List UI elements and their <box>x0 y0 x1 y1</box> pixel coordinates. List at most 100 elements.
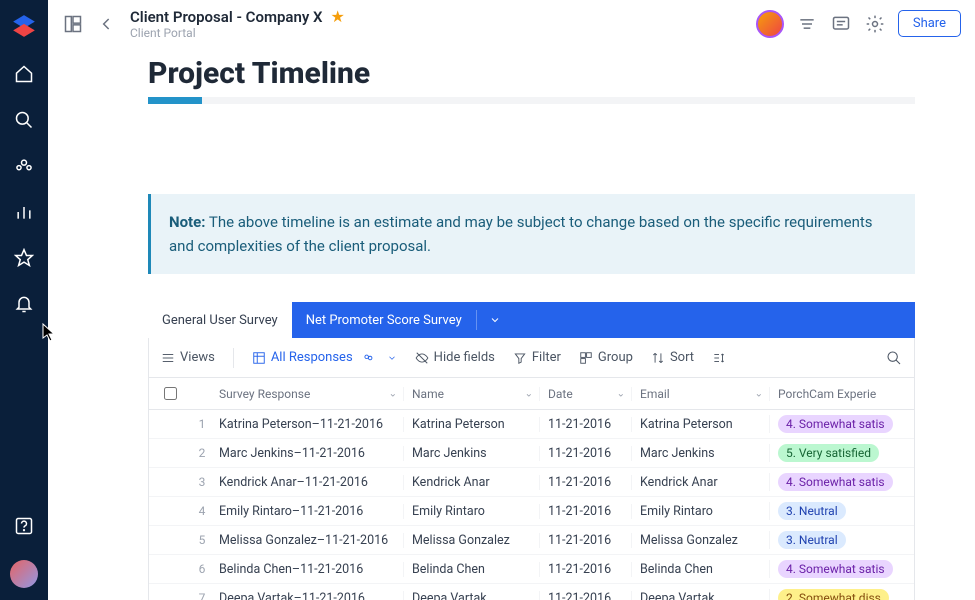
note-label: Note: <box>169 213 205 231</box>
people-icon[interactable] <box>12 154 36 178</box>
cell-experience[interactable]: 4. Somewhat satis <box>769 473 914 491</box>
layout-icon[interactable] <box>62 13 84 35</box>
table-row[interactable]: 3Kendrick Anar–11-21-2016Kendrick Anar11… <box>149 468 914 497</box>
chevron-down-icon[interactable]: ⌄ <box>525 388 533 399</box>
cell-date[interactable]: 11-21-2016 <box>539 417 631 432</box>
page-heading: Project Timeline <box>148 56 915 91</box>
cell-experience[interactable]: 3. Neutral <box>769 502 914 520</box>
table-row[interactable]: 5Melissa Gonzalez–11-21-2016Melissa Gonz… <box>149 526 914 555</box>
content-scroll[interactable]: Project Timeline Note: The above timelin… <box>48 48 975 600</box>
cell-date[interactable]: 11-21-2016 <box>539 475 631 490</box>
row-number: 4 <box>191 504 213 518</box>
cell-name[interactable]: Marc Jenkins <box>403 446 539 461</box>
cell-experience[interactable]: 5. Very satisfied <box>769 444 914 462</box>
sort-button[interactable]: Sort <box>651 350 694 365</box>
row-number: 7 <box>191 591 213 600</box>
cell-experience[interactable]: 4. Somewhat satis <box>769 560 914 578</box>
table-search-icon[interactable] <box>886 350 902 366</box>
cell-date[interactable]: 11-21-2016 <box>539 504 631 519</box>
main-area: Client Proposal - Company X ★ Client Por… <box>48 0 975 600</box>
cell-survey-response[interactable]: Kendrick Anar–11-21-2016 <box>213 475 403 490</box>
filter-button[interactable]: Filter <box>513 350 561 365</box>
back-icon[interactable] <box>96 13 118 35</box>
left-sidebar <box>0 0 48 600</box>
cell-experience[interactable]: 3. Neutral <box>769 531 914 549</box>
cell-survey-response[interactable]: Marc Jenkins–11-21-2016 <box>213 446 403 461</box>
star-icon[interactable] <box>12 246 36 270</box>
cell-survey-response[interactable]: Melissa Gonzalez–11-21-2016 <box>213 533 403 548</box>
list-icon[interactable] <box>796 13 818 35</box>
topbar: Client Proposal - Company X ★ Client Por… <box>48 0 975 48</box>
views-menu[interactable]: Views <box>161 350 215 365</box>
cell-email[interactable]: Belinda Chen <box>631 562 769 577</box>
col-name[interactable]: Name⌄ <box>403 387 539 401</box>
cell-date[interactable]: 11-21-2016 <box>539 591 631 600</box>
search-icon[interactable] <box>12 108 36 132</box>
tab-general-survey[interactable]: General User Survey <box>148 302 292 338</box>
cell-experience[interactable]: 4. Somewhat satis <box>769 415 914 433</box>
cell-email[interactable]: Melissa Gonzalez <box>631 533 769 548</box>
bell-icon[interactable] <box>12 292 36 316</box>
row-height-button[interactable] <box>712 351 726 365</box>
col-survey-response[interactable]: Survey Response⌄ <box>213 387 403 401</box>
cell-name[interactable]: Kendrick Anar <box>403 475 539 490</box>
row-number: 3 <box>191 475 213 489</box>
table-row[interactable]: 1Katrina Peterson–11-21-2016Katrina Pete… <box>149 410 914 439</box>
row-number: 1 <box>191 417 213 431</box>
tab-more-chevron-icon[interactable] <box>477 302 513 338</box>
cell-email[interactable]: Deepa Vartak <box>631 591 769 600</box>
cell-survey-response[interactable]: Belinda Chen–11-21-2016 <box>213 562 403 577</box>
tab-nps-survey[interactable]: Net Promoter Score Survey <box>292 302 476 338</box>
share-button[interactable]: Share <box>898 10 961 37</box>
table-row[interactable]: 4Emily Rintaro–11-21-2016Emily Rintaro11… <box>149 497 914 526</box>
cell-experience[interactable]: 2. Somewhat diss <box>769 589 914 600</box>
note-callout: Note: The above timeline is an estimate … <box>148 194 915 274</box>
help-icon[interactable] <box>12 514 36 538</box>
cell-name[interactable]: Katrina Peterson <box>403 417 539 432</box>
analytics-icon[interactable] <box>12 200 36 224</box>
col-experience[interactable]: PorchCam Experie <box>769 387 914 401</box>
chevron-down-icon[interactable]: ⌄ <box>389 388 397 399</box>
cell-survey-response[interactable]: Katrina Peterson–11-21-2016 <box>213 417 403 432</box>
cell-name[interactable]: Melissa Gonzalez <box>403 533 539 548</box>
sidebar-avatar[interactable] <box>10 560 38 588</box>
group-button[interactable]: Group <box>579 350 633 365</box>
app-logo-icon[interactable] <box>10 12 38 40</box>
all-responses-view[interactable]: All Responses <box>252 350 397 365</box>
note-text: The above timeline is an estimate and ma… <box>169 213 873 255</box>
cell-name[interactable]: Belinda Chen <box>403 562 539 577</box>
cell-name[interactable]: Emily Rintaro <box>403 504 539 519</box>
cell-date[interactable]: 11-21-2016 <box>539 562 631 577</box>
survey-tabs: General User Survey Net Promoter Score S… <box>148 302 915 338</box>
cell-name[interactable]: Deepa Vartak <box>403 591 539 600</box>
doc-subtitle: Client Portal <box>130 26 345 40</box>
select-all-checkbox[interactable] <box>164 387 177 400</box>
table-toolbar: Views All Responses Hide fields Filter G… <box>148 338 915 378</box>
cell-date[interactable]: 11-21-2016 <box>539 533 631 548</box>
title-block: Client Proposal - Company X ★ Client Por… <box>130 7 345 40</box>
gear-icon[interactable] <box>864 13 886 35</box>
home-icon[interactable] <box>12 62 36 86</box>
col-email[interactable]: Email⌄ <box>631 387 769 401</box>
doc-title[interactable]: Client Proposal - Company X <box>130 8 323 26</box>
heading-underline <box>148 97 915 104</box>
user-avatar[interactable] <box>756 10 784 38</box>
col-date[interactable]: Date⌄ <box>539 387 631 401</box>
cell-email[interactable]: Marc Jenkins <box>631 446 769 461</box>
table-header-row: Survey Response⌄ Name⌄ Date⌄ Email⌄ Porc… <box>149 378 914 410</box>
comment-icon[interactable] <box>830 13 852 35</box>
chevron-down-icon[interactable]: ⌄ <box>755 388 763 399</box>
cell-email[interactable]: Emily Rintaro <box>631 504 769 519</box>
cell-email[interactable]: Katrina Peterson <box>631 417 769 432</box>
cell-survey-response[interactable]: Deepa Vartak–11-21-2016 <box>213 591 403 600</box>
table-row[interactable]: 2Marc Jenkins–11-21-2016Marc Jenkins11-2… <box>149 439 914 468</box>
cell-email[interactable]: Kendrick Anar <box>631 475 769 490</box>
table-row[interactable]: 6Belinda Chen–11-21-2016Belinda Chen11-2… <box>149 555 914 584</box>
cell-date[interactable]: 11-21-2016 <box>539 446 631 461</box>
favorite-star-icon[interactable]: ★ <box>331 7 345 26</box>
chevron-down-icon[interactable]: ⌄ <box>617 388 625 399</box>
cell-survey-response[interactable]: Emily Rintaro–11-21-2016 <box>213 504 403 519</box>
row-number: 2 <box>191 446 213 460</box>
table-row[interactable]: 7Deepa Vartak–11-21-2016Deepa Vartak11-2… <box>149 584 914 600</box>
hide-fields-button[interactable]: Hide fields <box>415 350 495 365</box>
